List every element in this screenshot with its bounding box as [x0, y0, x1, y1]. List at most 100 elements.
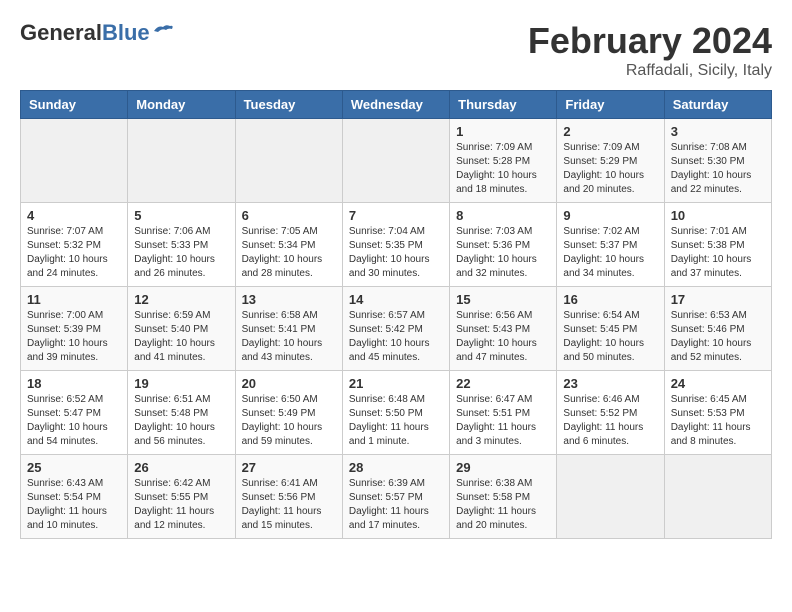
day-info: Sunrise: 6:42 AM Sunset: 5:55 PM Dayligh… — [134, 477, 228, 533]
logo-bird-icon — [152, 23, 174, 39]
calendar-week-row: 25 Sunrise: 6:43 AM Sunset: 5:54 PM Dayli… — [21, 455, 772, 539]
day-info: Sunrise: 7:06 AM Sunset: 5:33 PM Dayligh… — [134, 225, 228, 281]
day-of-week-header: Wednesday — [342, 91, 449, 119]
day-info: Sunrise: 7:09 AM Sunset: 5:28 PM Dayligh… — [456, 141, 550, 197]
day-number: 13 — [242, 292, 336, 307]
day-number: 27 — [242, 460, 336, 475]
day-number: 9 — [563, 208, 657, 223]
calendar-week-row: 1Sunrise: 7:09 AM Sunset: 5:28 PM Daylig… — [21, 119, 772, 203]
calendar-day-cell — [557, 455, 664, 539]
day-of-week-header: Thursday — [450, 91, 557, 119]
day-info: Sunrise: 6:57 AM Sunset: 5:42 PM Dayligh… — [349, 309, 443, 365]
day-info: Sunrise: 6:38 AM Sunset: 5:58 PM Dayligh… — [456, 477, 550, 533]
calendar-day-cell: 20 Sunrise: 6:50 AM Sunset: 5:49 PM Dayli… — [235, 371, 342, 455]
calendar-day-cell: 2 Sunrise: 7:09 AM Sunset: 5:29 PM Daylig… — [557, 119, 664, 203]
day-info: Sunrise: 6:56 AM Sunset: 5:43 PM Dayligh… — [456, 309, 550, 365]
day-info: Sunrise: 6:43 AM Sunset: 5:54 PM Dayligh… — [27, 477, 121, 533]
calendar-day-cell — [235, 119, 342, 203]
calendar-week-row: 18 Sunrise: 6:52 AM Sunset: 5:47 PM Dayli… — [21, 371, 772, 455]
calendar-day-cell: 8Sunrise: 7:03 AM Sunset: 5:36 PM Daylig… — [450, 203, 557, 287]
logo-general: General — [20, 20, 102, 45]
day-info: Sunrise: 6:54 AM Sunset: 5:45 PM Dayligh… — [563, 309, 657, 365]
day-info: Sunrise: 6:46 AM Sunset: 5:52 PM Dayligh… — [563, 393, 657, 449]
calendar-week-row: 11Sunrise: 7:00 AM Sunset: 5:39 PM Dayli… — [21, 287, 772, 371]
day-number: 24 — [671, 376, 765, 391]
calendar-body: 1Sunrise: 7:09 AM Sunset: 5:28 PM Daylig… — [21, 119, 772, 539]
month-year: February 2024 — [528, 20, 772, 62]
day-info: Sunrise: 7:07 AM Sunset: 5:32 PM Dayligh… — [27, 225, 121, 281]
day-number: 14 — [349, 292, 443, 307]
calendar-day-cell: 22 Sunrise: 6:47 AM Sunset: 5:51 PM Dayli… — [450, 371, 557, 455]
calendar-day-cell — [21, 119, 128, 203]
day-info: Sunrise: 6:52 AM Sunset: 5:47 PM Dayligh… — [27, 393, 121, 449]
day-info: Sunrise: 6:50 AM Sunset: 5:49 PM Dayligh… — [242, 393, 336, 449]
day-number: 11 — [27, 292, 121, 307]
day-info: Sunrise: 6:45 AM Sunset: 5:53 PM Dayligh… — [671, 393, 765, 449]
day-info: Sunrise: 7:05 AM Sunset: 5:34 PM Dayligh… — [242, 225, 336, 281]
day-number: 22 — [456, 376, 550, 391]
title-block: February 2024 Raffadali, Sicily, Italy — [528, 20, 772, 80]
day-number: 18 — [27, 376, 121, 391]
day-info: Sunrise: 7:04 AM Sunset: 5:35 PM Dayligh… — [349, 225, 443, 281]
day-number: 29 — [456, 460, 550, 475]
day-info: Sunrise: 7:02 AM Sunset: 5:37 PM Dayligh… — [563, 225, 657, 281]
day-number: 15 — [456, 292, 550, 307]
calendar-table: SundayMondayTuesdayWednesdayThursdayFrid… — [20, 90, 772, 539]
day-number: 20 — [242, 376, 336, 391]
calendar-day-cell: 26 Sunrise: 6:42 AM Sunset: 5:55 PM Dayli… — [128, 455, 235, 539]
day-number: 16 — [563, 292, 657, 307]
logo: GeneralBlue — [20, 20, 174, 46]
calendar-day-cell: 28 Sunrise: 6:39 AM Sunset: 5:57 PM Dayli… — [342, 455, 449, 539]
day-number: 26 — [134, 460, 228, 475]
calendar-day-cell: 18 Sunrise: 6:52 AM Sunset: 5:47 PM Dayli… — [21, 371, 128, 455]
day-of-week-header: Monday — [128, 91, 235, 119]
logo-blue: Blue — [102, 20, 150, 45]
day-of-week-header: Sunday — [21, 91, 128, 119]
calendar-day-cell: 19Sunrise: 6:51 AM Sunset: 5:48 PM Dayli… — [128, 371, 235, 455]
calendar-day-cell: 24 Sunrise: 6:45 AM Sunset: 5:53 PM Dayli… — [664, 371, 771, 455]
location: Raffadali, Sicily, Italy — [528, 62, 772, 80]
calendar-day-cell — [664, 455, 771, 539]
day-of-week-header: Tuesday — [235, 91, 342, 119]
day-number: 7 — [349, 208, 443, 223]
day-of-week-header: Friday — [557, 91, 664, 119]
day-number: 6 — [242, 208, 336, 223]
day-number: 28 — [349, 460, 443, 475]
day-number: 10 — [671, 208, 765, 223]
day-of-week-header: Saturday — [664, 91, 771, 119]
day-info: Sunrise: 6:47 AM Sunset: 5:51 PM Dayligh… — [456, 393, 550, 449]
day-number: 19 — [134, 376, 228, 391]
day-number: 3 — [671, 124, 765, 139]
day-number: 5 — [134, 208, 228, 223]
calendar-day-cell: 29 Sunrise: 6:38 AM Sunset: 5:58 PM Dayli… — [450, 455, 557, 539]
day-number: 8 — [456, 208, 550, 223]
days-of-week-row: SundayMondayTuesdayWednesdayThursdayFrid… — [21, 91, 772, 119]
calendar-day-cell: 17Sunrise: 6:53 AM Sunset: 5:46 PM Dayli… — [664, 287, 771, 371]
day-number: 12 — [134, 292, 228, 307]
calendar-day-cell: 27Sunrise: 6:41 AM Sunset: 5:56 PM Dayli… — [235, 455, 342, 539]
calendar-day-cell: 5 Sunrise: 7:06 AM Sunset: 5:33 PM Daylig… — [128, 203, 235, 287]
day-info: Sunrise: 7:09 AM Sunset: 5:29 PM Dayligh… — [563, 141, 657, 197]
calendar-week-row: 4 Sunrise: 7:07 AM Sunset: 5:32 PM Daylig… — [21, 203, 772, 287]
day-number: 23 — [563, 376, 657, 391]
calendar-day-cell: 9 Sunrise: 7:02 AM Sunset: 5:37 PM Daylig… — [557, 203, 664, 287]
calendar-day-cell: 10 Sunrise: 7:01 AM Sunset: 5:38 PM Dayli… — [664, 203, 771, 287]
day-number: 25 — [27, 460, 121, 475]
calendar-day-cell: 3 Sunrise: 7:08 AM Sunset: 5:30 PM Daylig… — [664, 119, 771, 203]
calendar-day-cell: 11Sunrise: 7:00 AM Sunset: 5:39 PM Dayli… — [21, 287, 128, 371]
day-info: Sunrise: 6:39 AM Sunset: 5:57 PM Dayligh… — [349, 477, 443, 533]
calendar-day-cell: 14 Sunrise: 6:57 AM Sunset: 5:42 PM Dayli… — [342, 287, 449, 371]
calendar-day-cell: 25 Sunrise: 6:43 AM Sunset: 5:54 PM Dayli… — [21, 455, 128, 539]
calendar-day-cell: 1Sunrise: 7:09 AM Sunset: 5:28 PM Daylig… — [450, 119, 557, 203]
calendar-day-cell: 23 Sunrise: 6:46 AM Sunset: 5:52 PM Dayli… — [557, 371, 664, 455]
calendar-day-cell: 7 Sunrise: 7:04 AM Sunset: 5:35 PM Daylig… — [342, 203, 449, 287]
day-info: Sunrise: 7:01 AM Sunset: 5:38 PM Dayligh… — [671, 225, 765, 281]
calendar-day-cell: 13 Sunrise: 6:58 AM Sunset: 5:41 PM Dayli… — [235, 287, 342, 371]
day-number: 2 — [563, 124, 657, 139]
day-info: Sunrise: 6:53 AM Sunset: 5:46 PM Dayligh… — [671, 309, 765, 365]
day-info: Sunrise: 7:08 AM Sunset: 5:30 PM Dayligh… — [671, 141, 765, 197]
calendar-day-cell: 16 Sunrise: 6:54 AM Sunset: 5:45 PM Dayli… — [557, 287, 664, 371]
day-info: Sunrise: 6:58 AM Sunset: 5:41 PM Dayligh… — [242, 309, 336, 365]
calendar-day-cell — [128, 119, 235, 203]
day-number: 4 — [27, 208, 121, 223]
